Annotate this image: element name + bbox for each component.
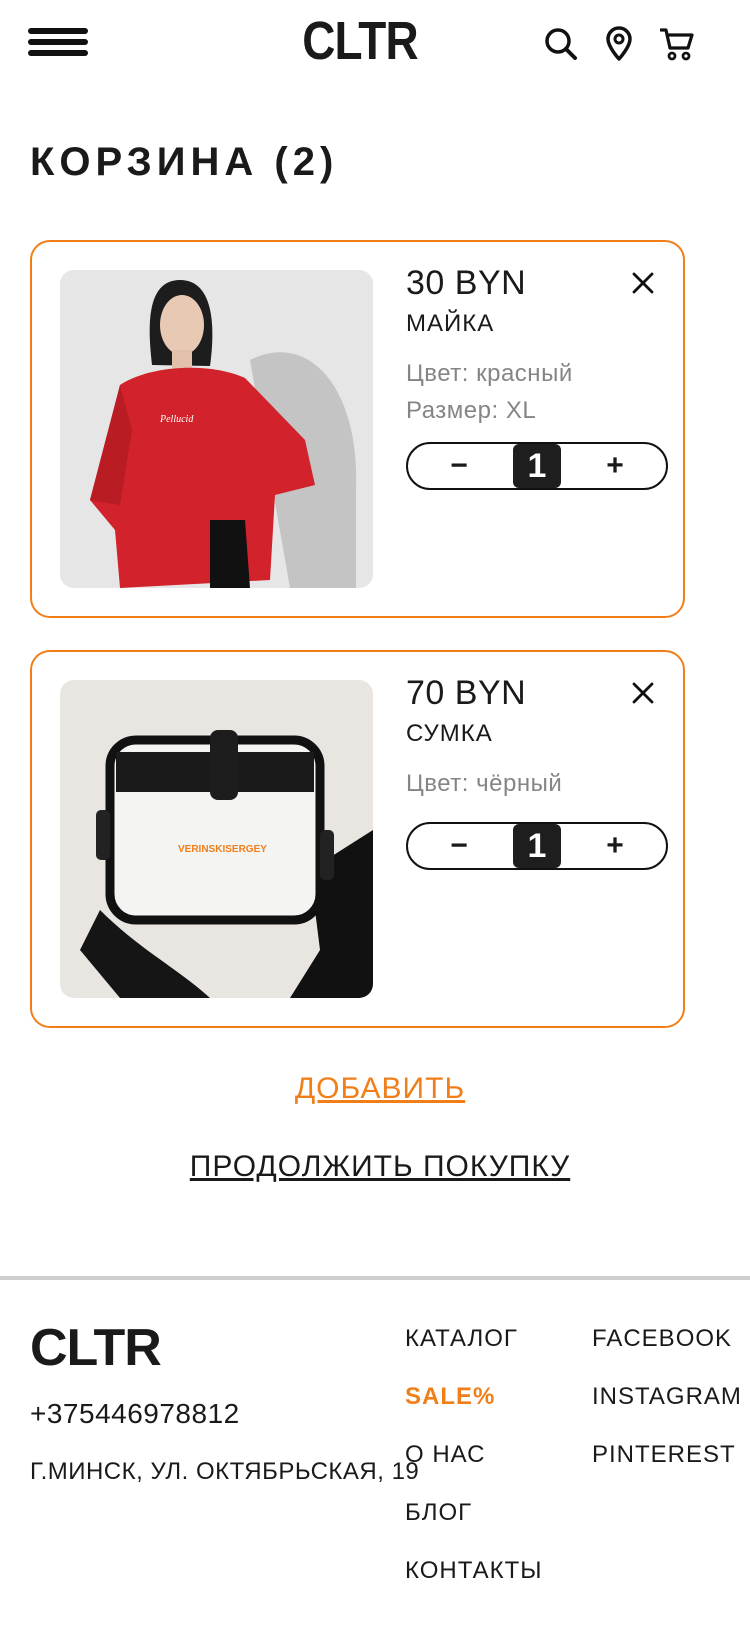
footer-link-facebook[interactable]: FACEBOOK xyxy=(592,1325,732,1353)
cart-icon[interactable] xyxy=(659,26,694,62)
quantity-value: 1 xyxy=(513,824,561,868)
svg-text:Pellucid: Pellucid xyxy=(159,414,194,425)
product-image-bag[interactable]: VERINSKISERGEY xyxy=(60,680,373,998)
page-title: КОРЗИНА (2) xyxy=(30,140,339,184)
item-size: Размер: XL xyxy=(406,397,537,424)
item-color: Цвет: чёрный xyxy=(406,770,563,797)
footer-phone[interactable]: +375446978812 xyxy=(30,1398,240,1430)
footer-link-catalog[interactable]: КАТАЛОГ xyxy=(405,1325,518,1353)
product-image-tshirt[interactable]: Pellucid xyxy=(60,270,373,588)
decrease-quantity-button[interactable]: − xyxy=(424,444,494,488)
quantity-stepper: − 1 + xyxy=(406,822,668,870)
item-price: 30 BYN xyxy=(406,264,527,302)
decrease-quantity-button[interactable]: − xyxy=(424,824,494,868)
footer-divider xyxy=(0,1276,750,1280)
footer-logo[interactable]: CLTR xyxy=(30,1318,162,1378)
increase-quantity-button[interactable]: + xyxy=(580,824,650,868)
footer-address: Г.МИНСК, УЛ. ОКТЯБРЬСКАЯ, 19 xyxy=(30,1458,420,1485)
item-color: Цвет: красный xyxy=(406,360,573,387)
add-link[interactable]: ДОБАВИТЬ xyxy=(0,1072,750,1106)
search-icon[interactable] xyxy=(544,26,578,62)
location-pin-icon[interactable] xyxy=(604,26,638,62)
footer-link-sale[interactable]: SALE% xyxy=(405,1383,495,1411)
footer-link-pinterest[interactable]: PINTEREST xyxy=(592,1441,736,1469)
increase-quantity-button[interactable]: + xyxy=(580,444,650,488)
footer-link-instagram[interactable]: INSTAGRAM xyxy=(592,1383,742,1411)
footer-link-blog[interactable]: БЛОГ xyxy=(405,1499,472,1527)
cart-item: VERINSKISERGEY 70 BYN СУМКА Цвет: чёрный… xyxy=(30,650,685,1028)
footer-link-about[interactable]: О НАС xyxy=(405,1441,485,1469)
item-name[interactable]: СУМКА xyxy=(406,720,493,748)
remove-item-icon[interactable] xyxy=(630,680,656,706)
footer-link-contacts[interactable]: КОНТАКТЫ xyxy=(405,1557,542,1585)
quantity-value: 1 xyxy=(513,444,561,488)
item-name[interactable]: МАЙКА xyxy=(406,310,494,338)
cart-item: Pellucid 30 BYN МАЙКА Цвет: красный Разм… xyxy=(30,240,685,618)
remove-item-icon[interactable] xyxy=(630,270,656,296)
item-price: 70 BYN xyxy=(406,674,527,712)
bag-print-text: VERINSKISERGEY xyxy=(178,844,267,855)
continue-shopping-link[interactable]: ПРОДОЛЖИТЬ ПОКУПКУ xyxy=(0,1150,750,1184)
quantity-stepper: − 1 + xyxy=(406,442,668,490)
